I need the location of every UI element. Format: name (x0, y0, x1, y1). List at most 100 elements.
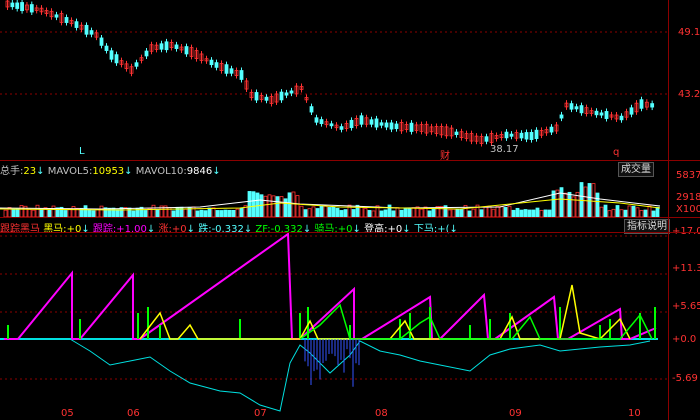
event-marker-q[interactable]: q (613, 147, 619, 158)
divider (0, 160, 700, 161)
volume-bar (315, 208, 320, 217)
candle-body (650, 103, 655, 108)
volume-bar (611, 208, 616, 217)
candle-body (54, 14, 59, 18)
price-panel[interactable]: 38.17 财 q L (0, 0, 668, 162)
candle-body (359, 115, 364, 125)
indicator-chart (0, 233, 668, 412)
volume-bar (15, 208, 20, 217)
volume-bar (295, 195, 300, 217)
volume-bar (519, 209, 524, 217)
candle-body (484, 136, 489, 142)
volume-bar (239, 207, 244, 217)
divider (0, 217, 700, 218)
volume-bar (251, 191, 256, 217)
volume-bar (35, 204, 40, 217)
volume-bar (367, 210, 372, 217)
volume-bar (643, 209, 648, 217)
volume-bar (351, 209, 356, 217)
candle-body (264, 96, 269, 101)
volume-bar (395, 207, 400, 217)
time-label: 05 (61, 408, 74, 419)
volume-bar (99, 205, 104, 217)
candle-body (579, 105, 584, 114)
volume-bar (579, 182, 584, 217)
candle-body (409, 122, 414, 132)
candle-body (534, 129, 539, 139)
volume-bar (599, 206, 604, 217)
candle-body (639, 99, 644, 109)
volume-bar (307, 208, 312, 217)
volume-bar (543, 209, 548, 217)
candle-body (29, 4, 34, 13)
volume-bar (563, 192, 568, 217)
volume-bar (591, 183, 596, 217)
volume-bar (479, 209, 484, 217)
volume-bar (447, 209, 452, 217)
indicator-axis-label-2: +11.3 (672, 263, 700, 274)
volume-bar (583, 186, 588, 217)
volume-panel[interactable] (0, 175, 668, 217)
candle-body (239, 70, 244, 80)
volume-bar (267, 194, 272, 217)
volume-bar (639, 210, 644, 217)
candle-body (174, 44, 179, 49)
volume-bar (19, 205, 24, 217)
time-axis: 05 06 07 08 09 10 (0, 408, 700, 420)
candle-body (599, 112, 604, 116)
candle-body (319, 119, 324, 125)
volume-bar (495, 206, 500, 217)
candle-body (524, 132, 529, 140)
volume-bar (291, 191, 296, 217)
volume-bar (207, 207, 212, 217)
candle-body (384, 122, 389, 128)
volume-bars (0, 182, 661, 217)
volume-bar (199, 209, 204, 217)
volume-bar (139, 206, 144, 217)
volume-bar (655, 206, 660, 217)
candle-body (504, 131, 509, 139)
volume-bar (115, 209, 120, 217)
indicator-axis-label-4: +0.0 (672, 334, 697, 345)
candle-body (629, 107, 634, 115)
volume-bar (247, 191, 252, 217)
candle-body (379, 122, 384, 126)
volume-bar (319, 205, 324, 217)
candle-body (509, 133, 514, 137)
volume-bar (279, 196, 284, 217)
volume-bar (343, 209, 348, 217)
candle-body (64, 17, 69, 23)
volume-bar (491, 208, 496, 217)
candle-body (619, 115, 624, 121)
volume-bar (211, 207, 216, 217)
volume-bar (231, 209, 236, 217)
volume-axis: 5837 2918 X100 (668, 170, 700, 218)
volume-bar (31, 209, 36, 217)
candle-body (394, 123, 399, 130)
volume-bar (47, 209, 52, 217)
candle-body (159, 43, 164, 50)
volume-bar (331, 206, 336, 217)
volume-bar (431, 208, 436, 217)
volume-bar (227, 209, 232, 217)
axis-divider (668, 0, 669, 420)
candle-body (164, 41, 169, 51)
volume-bar (587, 183, 592, 217)
event-marker-l[interactable]: L (79, 146, 85, 157)
volume-bar (407, 207, 412, 217)
indicator-panel[interactable] (0, 233, 668, 413)
candle-body (289, 90, 294, 94)
candle-body (20, 2, 24, 12)
divider (0, 232, 700, 233)
candle-body (374, 118, 379, 128)
volume-bar (455, 208, 460, 217)
volume-bar (499, 206, 504, 217)
volume-bar (363, 208, 368, 217)
volume-bar (411, 207, 416, 217)
tracking-line (4, 233, 657, 340)
volume-bar (503, 207, 508, 217)
candle-body (604, 111, 609, 119)
candle-body (519, 132, 524, 139)
volume-bar (403, 207, 408, 217)
volume-bar (275, 196, 280, 217)
